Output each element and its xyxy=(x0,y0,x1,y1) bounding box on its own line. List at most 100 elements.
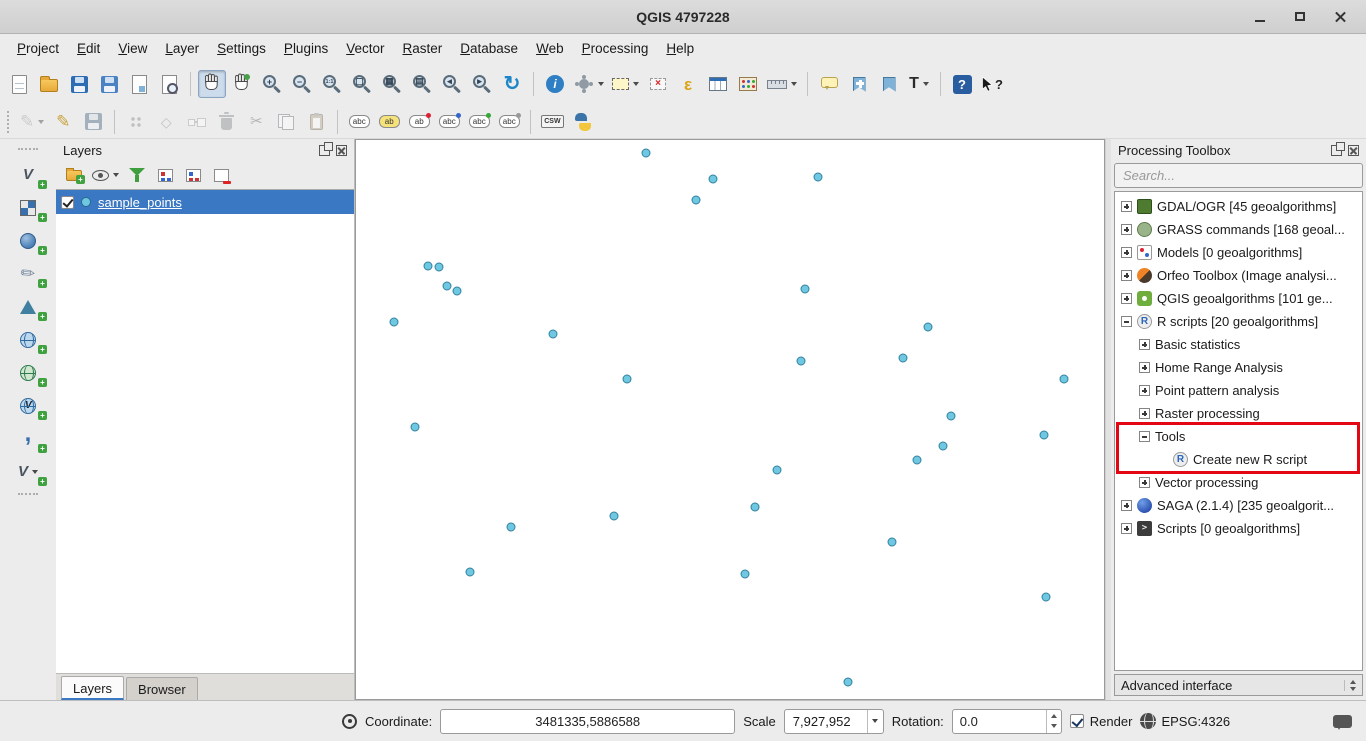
label-rotate-button[interactable]: abc xyxy=(495,109,523,135)
tree-item-gdal-ogr-45-geoalgorithms[interactable]: GDAL/OGR [45 geoalgorithms] xyxy=(1115,195,1362,218)
identify-features-button[interactable]: i xyxy=(541,70,569,98)
tab-layers[interactable]: Layers xyxy=(61,676,124,700)
feature-actions-button[interactable] xyxy=(571,70,607,98)
menu-processing[interactable]: Processing xyxy=(573,37,658,60)
expand-icon[interactable] xyxy=(1121,500,1132,511)
render-checkbox[interactable] xyxy=(1070,714,1084,728)
add-vector-layer-button[interactable]: V+ xyxy=(8,160,48,189)
menu-vector[interactable]: Vector xyxy=(337,37,393,60)
deselect-features-button[interactable]: × xyxy=(644,70,672,98)
expand-icon[interactable] xyxy=(1139,477,1150,488)
add-mssql-layer-button[interactable]: + xyxy=(8,292,48,321)
messages-button[interactable] xyxy=(1333,715,1352,728)
menu-help[interactable]: Help xyxy=(657,37,703,60)
tree-item-qgis-geoalgorithms-101-ge[interactable]: QGIS geoalgorithms [101 ge... xyxy=(1115,287,1362,310)
zoom-to-selection-button[interactable]: ▦ xyxy=(378,70,406,98)
current-edits-button[interactable]: ✎ xyxy=(17,109,47,135)
close-button[interactable] xyxy=(1328,8,1352,26)
expand-icon[interactable] xyxy=(1139,385,1150,396)
layer-item-sample-points[interactable]: sample_points xyxy=(56,190,354,214)
move-feature-button[interactable]: ◇ xyxy=(152,109,180,135)
zoom-to-layer-button[interactable]: ▤ xyxy=(408,70,436,98)
add-wms-layer-button[interactable]: + xyxy=(8,325,48,354)
collapse-all-button[interactable] xyxy=(183,165,203,185)
manage-visibility-button[interactable] xyxy=(92,165,119,185)
expand-all-button[interactable] xyxy=(155,165,175,185)
new-shapefile-layer-button[interactable]: V+ xyxy=(8,457,48,486)
text-annotation-button[interactable]: T xyxy=(905,70,933,98)
mouse-position-toggle-icon[interactable] xyxy=(342,714,357,729)
scale-combo[interactable]: 7,927,952 xyxy=(784,709,884,734)
tree-item-grass-commands-168-geoal[interactable]: GRASS commands [168 geoal... xyxy=(1115,218,1362,241)
label-options-button[interactable]: abc xyxy=(345,109,373,135)
tree-item-r-scripts-20-geoalgorithms[interactable]: RR scripts [20 geoalgorithms] xyxy=(1115,310,1362,333)
chevron-down-icon[interactable] xyxy=(1344,680,1356,691)
menu-database[interactable]: Database xyxy=(451,37,527,60)
delete-selected-button[interactable] xyxy=(212,109,240,135)
new-project-button[interactable] xyxy=(5,70,33,98)
add-spatialite-layer-button[interactable]: ✎+ xyxy=(8,259,48,288)
expand-icon[interactable] xyxy=(1139,408,1150,419)
search-input[interactable] xyxy=(1121,167,1356,184)
float-panel-button[interactable] xyxy=(1331,145,1342,156)
measure-button[interactable] xyxy=(764,70,800,98)
add-wfs-layer-button[interactable]: V+ xyxy=(8,391,48,420)
interface-mode-select[interactable]: Advanced interface xyxy=(1114,674,1363,696)
toolbox-search-box[interactable] xyxy=(1114,163,1363,188)
python-console-button[interactable] xyxy=(569,109,597,135)
menu-settings[interactable]: Settings xyxy=(208,37,275,60)
menu-web[interactable]: Web xyxy=(527,37,573,60)
copy-features-button[interactable] xyxy=(272,109,300,135)
menu-layer[interactable]: Layer xyxy=(156,37,208,60)
tree-item-tools[interactable]: Tools xyxy=(1115,425,1362,448)
minimize-button[interactable] xyxy=(1248,8,1272,26)
zoom-in-button[interactable]: + xyxy=(258,70,286,98)
rotation-input[interactable] xyxy=(953,713,1033,730)
new-bookmark-button[interactable] xyxy=(845,70,873,98)
menu-plugins[interactable]: Plugins xyxy=(275,37,337,60)
dropdown-caret-icon[interactable] xyxy=(633,82,639,86)
open-attribute-table-button[interactable] xyxy=(704,70,732,98)
render-toggle[interactable]: Render xyxy=(1070,714,1133,729)
composer-manager-button[interactable] xyxy=(155,70,183,98)
close-panel-button[interactable] xyxy=(1348,145,1359,156)
add-feature-button[interactable] xyxy=(122,109,150,135)
menu-project[interactable]: Project xyxy=(8,37,68,60)
menu-view[interactable]: View xyxy=(109,37,156,60)
expand-icon[interactable] xyxy=(1121,270,1132,281)
pan-to-selection-button[interactable] xyxy=(228,70,256,98)
expand-icon[interactable] xyxy=(1121,293,1132,304)
map-canvas[interactable] xyxy=(356,140,1104,699)
zoom-last-button[interactable]: ◂ xyxy=(438,70,466,98)
refresh-map-button[interactable]: ↻ xyxy=(498,70,526,98)
expand-icon[interactable] xyxy=(1121,201,1132,212)
collapse-icon[interactable] xyxy=(1121,316,1132,327)
paste-features-button[interactable] xyxy=(302,109,330,135)
spinner-arrows-icon[interactable] xyxy=(1046,710,1061,733)
filter-legend-button[interactable] xyxy=(127,165,147,185)
label-layer-button[interactable]: ab xyxy=(375,109,403,135)
rotation-spinner[interactable] xyxy=(952,709,1062,734)
toggle-editing-button[interactable]: ✎ xyxy=(49,109,77,135)
tree-item-create-new-r-script[interactable]: RCreate new R script xyxy=(1115,448,1362,471)
tree-item-models-0-geoalgorithms[interactable]: Models [0 geoalgorithms] xyxy=(1115,241,1362,264)
chevron-down-icon[interactable] xyxy=(867,710,883,733)
show-bookmarks-button[interactable] xyxy=(875,70,903,98)
add-wcs-layer-button[interactable]: + xyxy=(8,358,48,387)
select-by-expression-button[interactable]: ε xyxy=(674,70,702,98)
zoom-native-button[interactable]: 1:1 xyxy=(318,70,346,98)
pan-map-button[interactable] xyxy=(198,70,226,98)
tree-item-point-pattern-analysis[interactable]: Point pattern analysis xyxy=(1115,379,1362,402)
crs-status[interactable]: EPSG:4326 xyxy=(1140,713,1230,729)
expand-icon[interactable] xyxy=(1139,362,1150,373)
add-group-button[interactable] xyxy=(64,165,84,185)
zoom-full-button[interactable]: ▢ xyxy=(348,70,376,98)
close-panel-button[interactable] xyxy=(336,145,347,156)
save-layer-edits-button[interactable] xyxy=(79,109,107,135)
label-pin-button[interactable]: ab xyxy=(405,109,433,135)
map-tips-button[interactable] xyxy=(815,70,843,98)
dropdown-caret-icon[interactable] xyxy=(598,82,604,86)
add-postgis-layer-button[interactable]: + xyxy=(8,226,48,255)
help-button[interactable]: ? xyxy=(948,70,976,98)
field-calculator-button[interactable] xyxy=(734,70,762,98)
